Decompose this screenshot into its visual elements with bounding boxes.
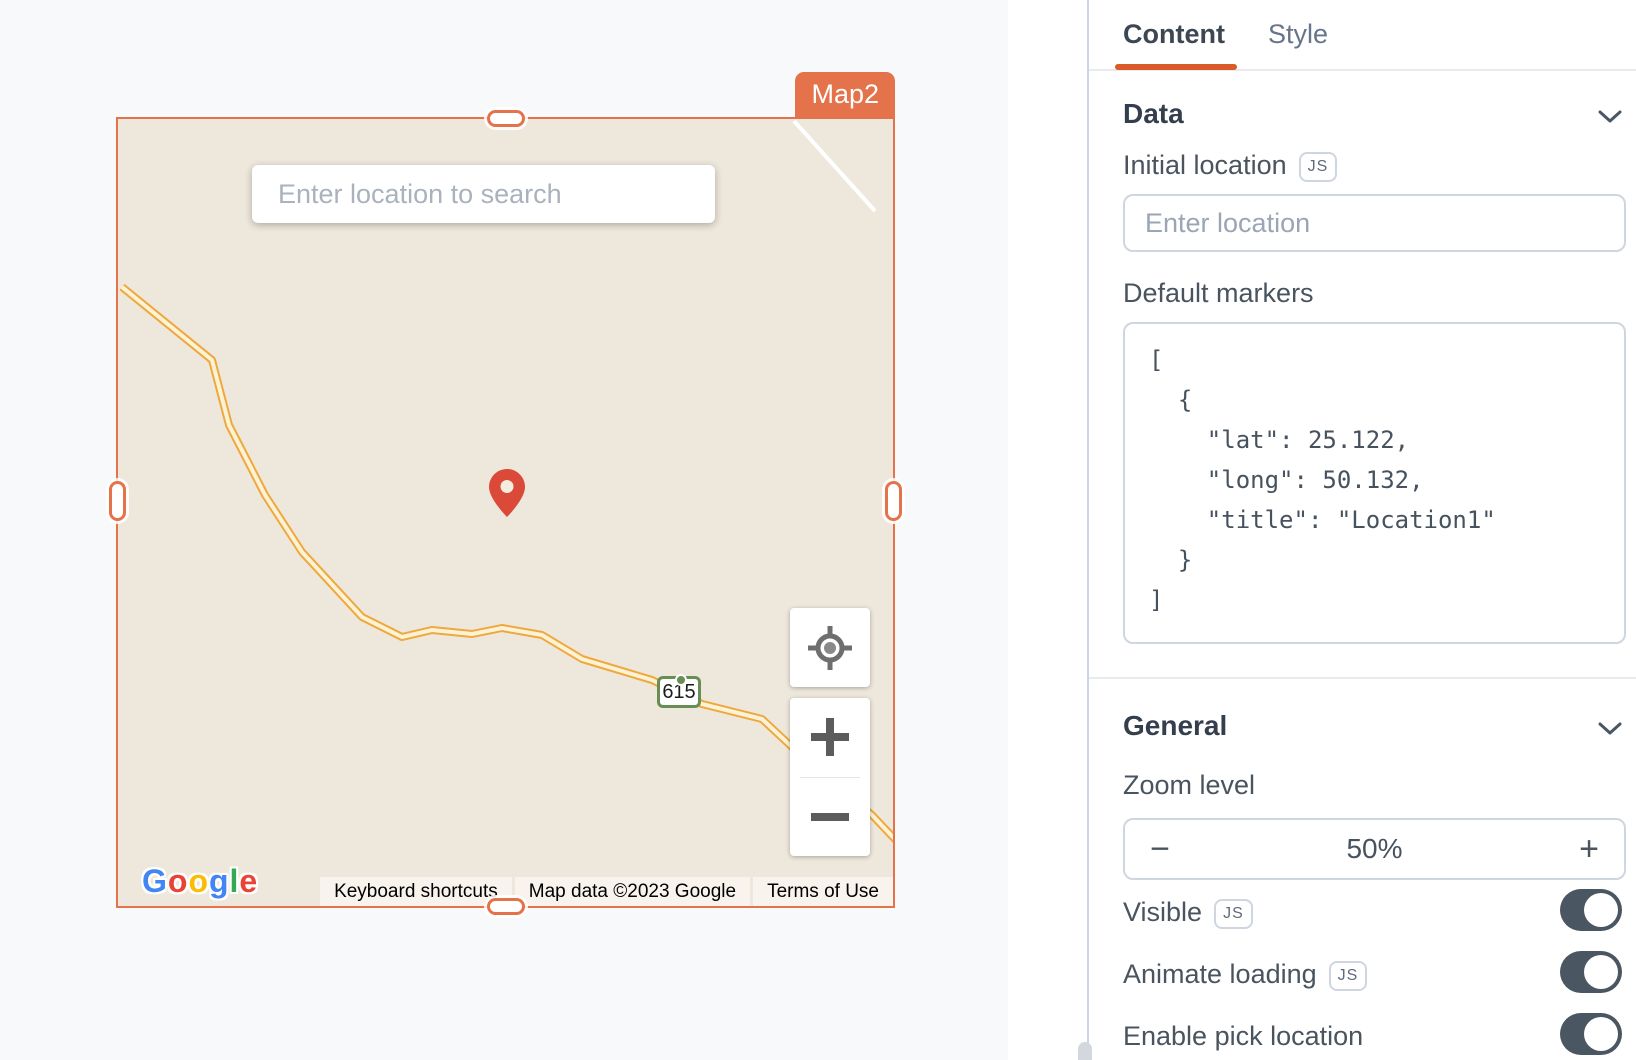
- code-line: "long": 50.132,: [1149, 460, 1624, 500]
- keyboard-shortcuts-link[interactable]: Keyboard shortcuts: [320, 877, 512, 906]
- minus-icon: [811, 812, 849, 822]
- section-title-data: Data: [1123, 98, 1184, 130]
- map-search-box[interactable]: [252, 165, 715, 223]
- zoom-out-button[interactable]: [790, 778, 870, 857]
- road-fill: [122, 287, 893, 852]
- zoom-level-stepper: − 50% +: [1123, 818, 1626, 880]
- toggle-knob: [1584, 1017, 1618, 1051]
- map-marker-pin[interactable]: [489, 469, 525, 517]
- toggle-knob: [1584, 893, 1618, 927]
- initial-location-label: Initial location JS: [1123, 150, 1337, 182]
- property-pane: Content Style Data Initial location JS De…: [1089, 0, 1636, 1060]
- default-markers-code-editor[interactable]: [ { "lat": 25.122, "long": 50.132, "titl…: [1123, 322, 1626, 644]
- resize-handle-top[interactable]: [487, 110, 525, 127]
- visible-label-text: Visible: [1123, 897, 1202, 927]
- tab-content[interactable]: Content: [1123, 0, 1225, 69]
- my-location-icon: [807, 625, 853, 671]
- section-title-general: General: [1123, 710, 1227, 742]
- visible-label: Visible JS: [1123, 897, 1253, 929]
- route-shield: 615: [657, 676, 701, 708]
- zoom-level-value: 50%: [1195, 833, 1554, 865]
- terms-of-use-link[interactable]: Terms of Use: [753, 877, 893, 906]
- chevron-down-icon[interactable]: [1598, 722, 1622, 736]
- resize-handle-left[interactable]: [109, 481, 126, 521]
- resize-handle-right[interactable]: [885, 481, 902, 521]
- map-search-input[interactable]: [276, 178, 691, 211]
- route-shield-dot: [675, 674, 687, 686]
- code-line: ]: [1149, 580, 1624, 620]
- map-data-copyright: Map data ©2023 Google: [515, 877, 750, 906]
- js-toggle-badge[interactable]: JS: [1329, 961, 1368, 991]
- animate-loading-toggle[interactable]: [1560, 951, 1622, 993]
- code-line: }: [1149, 540, 1624, 580]
- animate-loading-label: Animate loading JS: [1123, 959, 1367, 991]
- animate-loading-label-text: Animate loading: [1123, 959, 1317, 989]
- dirt-road-line: [794, 121, 875, 211]
- panel-scrollbar-thumb[interactable]: [1078, 1042, 1092, 1060]
- widget-name-badge[interactable]: Map2: [795, 72, 895, 117]
- zoom-level-label: Zoom level: [1123, 770, 1255, 801]
- enable-pick-location-toggle[interactable]: [1560, 1013, 1622, 1055]
- plus-icon: [811, 718, 849, 756]
- tab-style[interactable]: Style: [1268, 0, 1328, 69]
- code-line: "title": "Location1": [1149, 500, 1624, 540]
- default-markers-label: Default markers: [1123, 278, 1314, 309]
- code-line: {: [1149, 380, 1624, 420]
- road-casing: [122, 287, 893, 852]
- zoom-decrease-button[interactable]: −: [1125, 830, 1195, 869]
- chevron-down-icon[interactable]: [1598, 110, 1622, 124]
- zoom-increase-button[interactable]: +: [1554, 830, 1624, 869]
- code-line: "lat": 25.122,: [1149, 420, 1624, 460]
- js-toggle-badge[interactable]: JS: [1299, 152, 1338, 182]
- zoom-in-button[interactable]: [790, 698, 870, 777]
- resize-handle-bottom[interactable]: [487, 898, 525, 915]
- initial-location-input[interactable]: [1123, 194, 1626, 252]
- app-window: Map2 615: [0, 0, 1636, 1060]
- code-line: [: [1149, 340, 1624, 380]
- my-location-button[interactable]: [790, 608, 870, 687]
- active-tab-underline: [1115, 64, 1237, 70]
- js-toggle-badge[interactable]: JS: [1214, 899, 1253, 929]
- map-viewport[interactable]: 615: [118, 119, 893, 906]
- section-divider: [1089, 677, 1636, 679]
- map-zoom-control: [790, 698, 870, 856]
- toggle-knob: [1584, 955, 1618, 989]
- map-widget[interactable]: Map2 615: [116, 117, 895, 908]
- initial-location-label-text: Initial location: [1123, 150, 1287, 180]
- enable-pick-location-label: Enable pick location: [1123, 1021, 1363, 1052]
- visible-toggle[interactable]: [1560, 889, 1622, 931]
